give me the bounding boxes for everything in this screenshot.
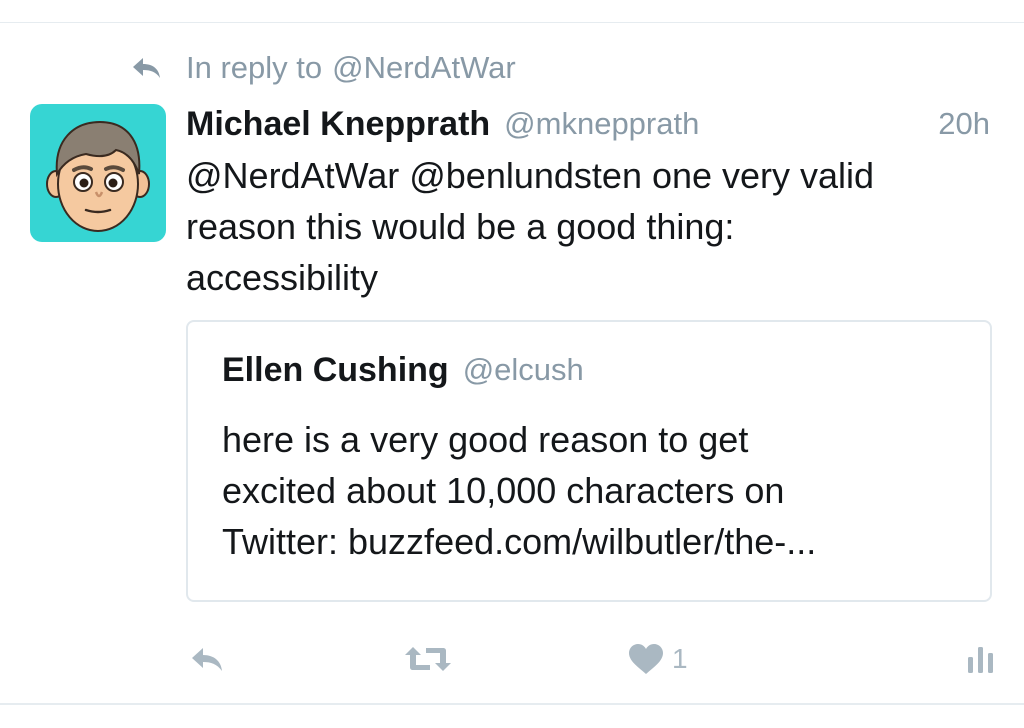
reply-context-mention[interactable]: @NerdAtWar xyxy=(332,50,516,86)
retweet-button[interactable] xyxy=(404,636,452,682)
tweet-header: Michael Knepprath @mknepprath 20h xyxy=(186,100,994,148)
quoted-tweet-card[interactable]: Ellen Cushing @elcush here is a very goo… xyxy=(186,320,992,602)
reply-arrow-icon xyxy=(130,54,164,82)
reply-icon xyxy=(188,643,226,675)
quoted-tweet-body: here is a very good reason to get excite… xyxy=(222,414,982,567)
avatar[interactable] xyxy=(30,104,166,242)
heart-icon xyxy=(628,643,664,675)
like-button[interactable]: 1 xyxy=(628,636,688,682)
author-handle[interactable]: @mknepprath xyxy=(504,106,699,142)
tweet-actions: 1 xyxy=(0,636,1024,682)
tweet-body: @NerdAtWar @benlundsten one very valid r… xyxy=(186,150,1006,303)
tweet-text-line: reason this would be a good thing: xyxy=(186,206,735,247)
reply-context[interactable]: In reply to @NerdAtWar xyxy=(130,46,516,90)
like-count: 1 xyxy=(672,643,688,674)
analytics-button[interactable] xyxy=(966,636,996,682)
quoted-tweet-header: Ellen Cushing @elcush xyxy=(222,348,584,392)
tweet-text-line: accessibility xyxy=(186,257,379,298)
quoted-text-line: Twitter: buzzfeed.com/wilbutler/the-... xyxy=(222,521,817,562)
tweet-text-line: @NerdAtWar @benlundsten one very valid xyxy=(186,155,875,196)
retweet-icon xyxy=(404,643,452,675)
bottom-divider xyxy=(0,703,1024,705)
avatar-face-icon xyxy=(46,120,150,232)
reply-button[interactable] xyxy=(188,636,226,682)
quoted-author-name: Ellen Cushing xyxy=(222,350,449,389)
quoted-text-line: excited about 10,000 characters on xyxy=(222,470,785,511)
quoted-text-line: here is a very good reason to get xyxy=(222,419,749,460)
bar-chart-icon xyxy=(966,643,996,675)
top-divider xyxy=(0,22,1024,23)
quoted-author-handle: @elcush xyxy=(462,352,584,387)
author-name[interactable]: Michael Knepprath xyxy=(186,105,490,144)
reply-context-prefix: In reply to xyxy=(186,50,323,85)
tweet-timestamp[interactable]: 20h xyxy=(938,106,994,142)
